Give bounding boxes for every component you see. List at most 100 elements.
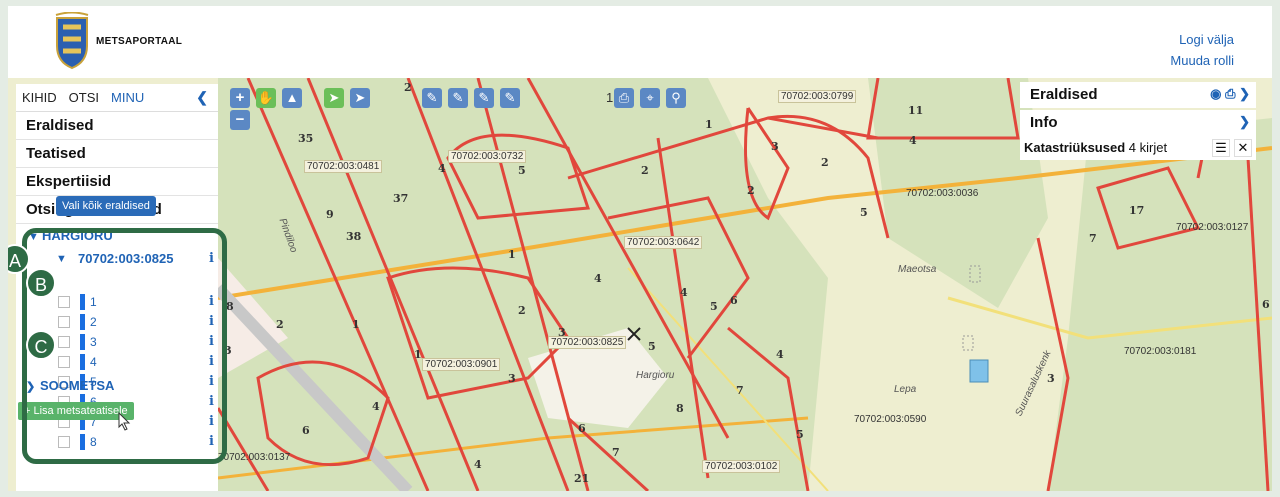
cadastral-label[interactable]: 70702:003:0590 — [854, 414, 926, 425]
stand-number: 5 — [860, 206, 868, 219]
chevron-left-icon[interactable]: ❮ — [196, 89, 208, 106]
info-panel[interactable]: Info ❯ — [1020, 110, 1256, 136]
header: Metsaportaal Logi välja Muuda rolli — [8, 6, 1272, 78]
stand-number: 2 — [641, 164, 649, 177]
tab-otsi[interactable]: OTSI — [63, 90, 105, 105]
stand-number: 3 — [771, 140, 779, 153]
stand-number: 37 — [393, 192, 409, 205]
eraldised-panel[interactable]: Eraldised ◉ ⎙ ❯ — [1020, 82, 1256, 108]
kat-text: Katastriüksused 4 kirjet — [1024, 140, 1167, 155]
coat-of-arms-icon — [55, 12, 89, 70]
list-icon[interactable]: ☰ — [1212, 139, 1230, 157]
edit-geometry-icon[interactable]: ✎ — [474, 88, 494, 108]
marker-b: B — [26, 268, 56, 298]
stand-number: 5 — [648, 340, 656, 353]
close-icon[interactable]: ✕ — [1234, 139, 1252, 157]
sidebar-tabs: KIHID OTSI MINU ❮ — [16, 84, 218, 112]
select-pointer-icon[interactable]: ➤ — [324, 88, 344, 108]
stand-number: 8 — [226, 300, 234, 313]
stand-number: 4 — [438, 162, 446, 175]
stand-number: 21 — [574, 472, 590, 485]
cadastral-label[interactable]: 70702:003:0036 — [906, 188, 978, 199]
kat-count: 4 kirjet — [1128, 140, 1168, 155]
stand-number: 7 — [1089, 232, 1097, 245]
print-icon[interactable]: ⎙ — [614, 88, 634, 108]
kat-label: Katastriüksused — [1024, 140, 1126, 155]
info-title: Info — [1030, 114, 1058, 131]
cadastral-label[interactable]: 70702:003:0799 — [778, 90, 857, 103]
stand-number: 8 — [676, 402, 684, 415]
place-name: Hargioru — [636, 370, 675, 381]
cadastral-label[interactable]: 70702:003:0102 — [702, 460, 781, 473]
locate-icon[interactable]: ⌖ — [640, 88, 660, 108]
stand-number: 4 — [474, 458, 482, 471]
stand-number: 2 — [821, 156, 829, 169]
stand-number: 6 — [730, 294, 738, 307]
place-name: Maeotsa — [898, 264, 937, 275]
stand-number: 4 — [372, 400, 380, 413]
search-zoom-icon[interactable]: ⚲ — [666, 88, 686, 108]
stand-number: 2 — [518, 304, 526, 317]
stand-number: 6 — [578, 422, 586, 435]
stand-number: 2 — [404, 81, 412, 94]
stand-number: 2 — [747, 184, 755, 197]
cadastral-label[interactable]: 70702:003:0181 — [1124, 346, 1196, 357]
cadastral-label[interactable]: 70702:003:0127 — [1176, 222, 1248, 233]
stand-number: 2 — [276, 318, 284, 331]
cadastral-label[interactable]: 70702:003:0481 — [304, 160, 383, 173]
stand-number: 5 — [710, 300, 718, 313]
app-window: Metsaportaal Logi välja Muuda rolli — [8, 6, 1272, 491]
cadastral-label[interactable]: 70702:003:0137 — [218, 452, 290, 463]
stand-number: 5 — [796, 428, 804, 441]
section-ekspertiisid[interactable]: Ekspertiisid — [16, 168, 218, 196]
select-area-icon[interactable]: ➤ — [350, 88, 370, 108]
cadastral-label[interactable]: 70702:003:0642 — [624, 236, 703, 249]
place-name: Lepa — [894, 384, 917, 395]
stand-number: 1 — [414, 348, 422, 361]
kat-actions: ☰ ✕ — [1208, 139, 1252, 157]
layer-tool-icon[interactable]: ▲ — [282, 88, 302, 108]
change-role-link[interactable]: Muuda rolli — [1170, 53, 1234, 68]
zoom-in-button[interactable]: + — [230, 88, 250, 108]
stand-number: 5 — [518, 164, 526, 177]
stand-number: 4 — [909, 134, 917, 147]
stand-number: 1 — [705, 118, 713, 131]
stand-number: 7 — [612, 446, 620, 459]
cadastral-label[interactable]: 70702:003:0732 — [448, 150, 527, 163]
stand-number: 17 — [1129, 204, 1145, 217]
stand-number: 38 — [346, 230, 362, 243]
stand-number: 3 — [1047, 372, 1055, 385]
zoom-out-button[interactable]: − — [230, 110, 250, 130]
stand-number: 1 — [508, 248, 516, 261]
mouse-cursor-icon — [118, 412, 131, 431]
stand-number: 6 — [1262, 298, 1270, 311]
stand-number: 9 — [326, 208, 334, 221]
kat-panel: Katastriüksused 4 kirjet ☰ ✕ — [1020, 136, 1256, 160]
select-all-button[interactable]: Vali kõik eraldised — [56, 196, 156, 216]
page-number: 1 — [606, 90, 614, 105]
stand-number: 6 — [302, 424, 310, 437]
stand-number: 35 — [298, 132, 314, 145]
stand-number: 4 — [776, 348, 784, 361]
section-teatised[interactable]: Teatised — [16, 140, 218, 168]
measure-icon[interactable]: ✎ — [500, 88, 520, 108]
cadastral-label[interactable]: 70702:003:0901 — [422, 358, 501, 371]
stand-number: 3 — [508, 372, 516, 385]
marker-c: C — [26, 330, 56, 360]
draw-line-icon[interactable]: ✎ — [422, 88, 442, 108]
stand-number: 1 — [352, 318, 360, 331]
stand-number: 11 — [908, 104, 924, 117]
draw-polygon-icon[interactable]: ✎ — [448, 88, 468, 108]
section-eraldised[interactable]: Eraldised — [16, 112, 218, 140]
stand-number: 4 — [680, 286, 688, 299]
stand-number: 4 — [594, 272, 602, 285]
logout-link[interactable]: Logi välja — [1179, 32, 1234, 47]
eraldised-title: Eraldised — [1030, 86, 1098, 103]
app-name: Metsaportaal — [96, 36, 183, 47]
tab-minu[interactable]: MINU — [105, 90, 150, 105]
chevron-right-icon[interactable]: ❯ — [1239, 114, 1250, 130]
pan-hand-icon[interactable]: ✋ — [256, 88, 276, 108]
tab-kihid[interactable]: KIHID — [16, 90, 63, 105]
eraldised-actions[interactable]: ◉ ⎙ ❯ — [1210, 86, 1250, 102]
stand-number: 7 — [736, 384, 744, 397]
